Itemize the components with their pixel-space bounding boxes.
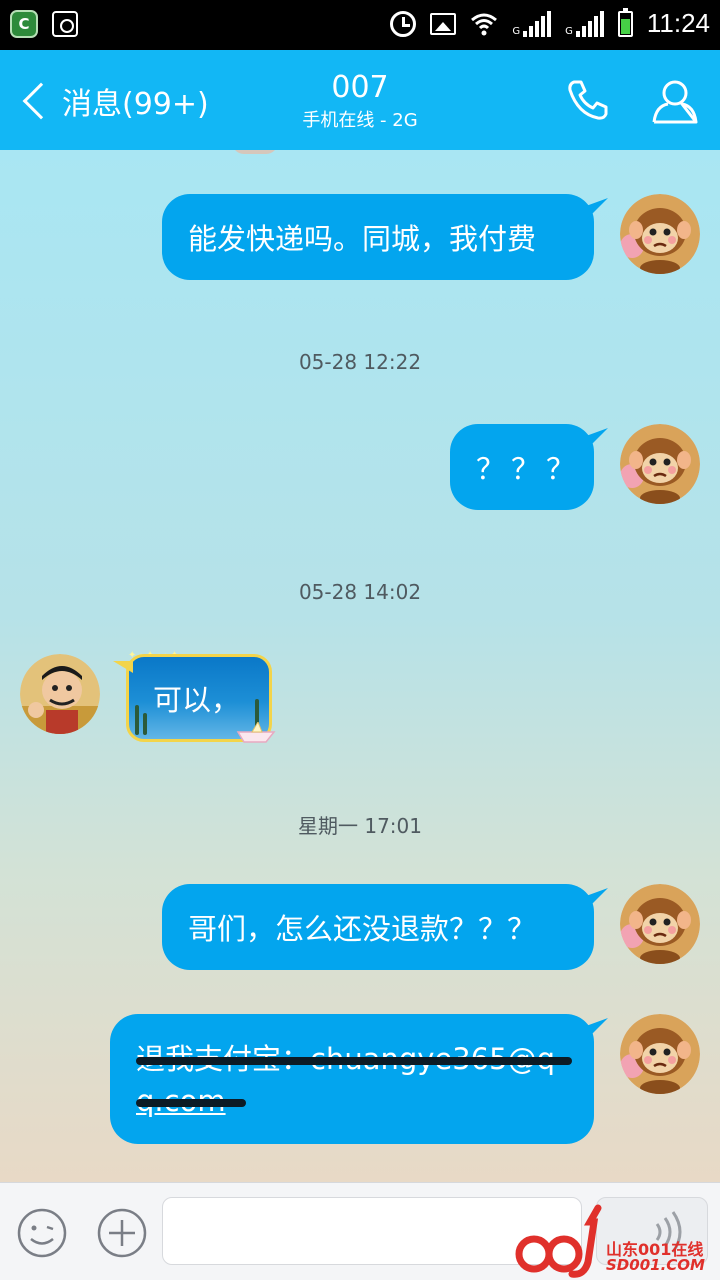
redaction-scribble [136, 1099, 246, 1107]
message-text: 哥们，怎么还没退款？？？ [188, 912, 537, 946]
alarm-icon [390, 10, 417, 37]
message-timestamp: 05-28 12:22 [298, 350, 422, 374]
watermark-domain: SD001.COM [606, 1256, 705, 1274]
watermark-logo-icon [515, 1204, 602, 1278]
phone-icon[interactable] [564, 76, 612, 124]
bubble-decoration [143, 713, 147, 735]
redaction-scribble [136, 1057, 572, 1065]
clock-time: 11:24 [646, 8, 710, 38]
message-timestamp: 05-28 14:02 [298, 580, 422, 604]
avatar [232, 150, 278, 154]
message-bubble-outgoing[interactable]: ？？？ [450, 424, 594, 510]
message-bubble-outgoing[interactable]: 退我支付宝：chuangye365@q q.com [110, 1014, 594, 1144]
message-timestamp: 星期一 17:01 [298, 814, 422, 838]
image-icon [430, 12, 457, 35]
message-text: 可以， [153, 683, 241, 717]
status-bar: C G G 11:24 [0, 0, 720, 50]
avatar[interactable] [620, 884, 700, 964]
contact-name: 007 [331, 70, 389, 105]
site-watermark: 山东001在线 SD001.COM [514, 1204, 720, 1280]
avatar[interactable] [620, 1014, 700, 1094]
battery-icon [617, 7, 633, 37]
message-text-line: 退我支付宝：chuangye365@q [136, 1037, 572, 1081]
paper-boat-icon [236, 722, 276, 743]
avatar[interactable] [620, 424, 700, 504]
plus-icon[interactable] [96, 1207, 148, 1259]
signal-icon: G [512, 10, 552, 37]
message-bubble-outgoing[interactable]: 哥们，怎么还没退款？？？ [162, 884, 594, 970]
message-text-line[interactable]: q.com [136, 1081, 246, 1121]
message-bubble-outgoing[interactable]: 能发快递吗。同城，我付费 [162, 194, 594, 280]
avatar[interactable] [20, 654, 100, 734]
avatar[interactable] [620, 194, 700, 274]
contact-status: 手机在线 - 2G [302, 110, 418, 131]
contact-title: 007 手机在线 - 2G [0, 70, 720, 134]
message-text: ？？？ [476, 452, 582, 486]
chat-header: 消息(99+) 007 手机在线 - 2G [0, 50, 720, 150]
message-text: 能发快递吗。同城，我付费 [188, 222, 537, 256]
signal-icon: G [565, 10, 604, 37]
wifi-icon [471, 13, 498, 35]
bubble-decoration [135, 705, 139, 735]
smiley-icon[interactable] [16, 1207, 68, 1259]
app-badge-icon: C [10, 10, 38, 38]
person-icon[interactable] [650, 76, 700, 126]
screenshot-icon [52, 11, 78, 37]
chat-thread[interactable]: 能发快递吗。同城，我付费 05-28 12:22 ？？？ 05-28 14:02… [0, 150, 720, 1182]
